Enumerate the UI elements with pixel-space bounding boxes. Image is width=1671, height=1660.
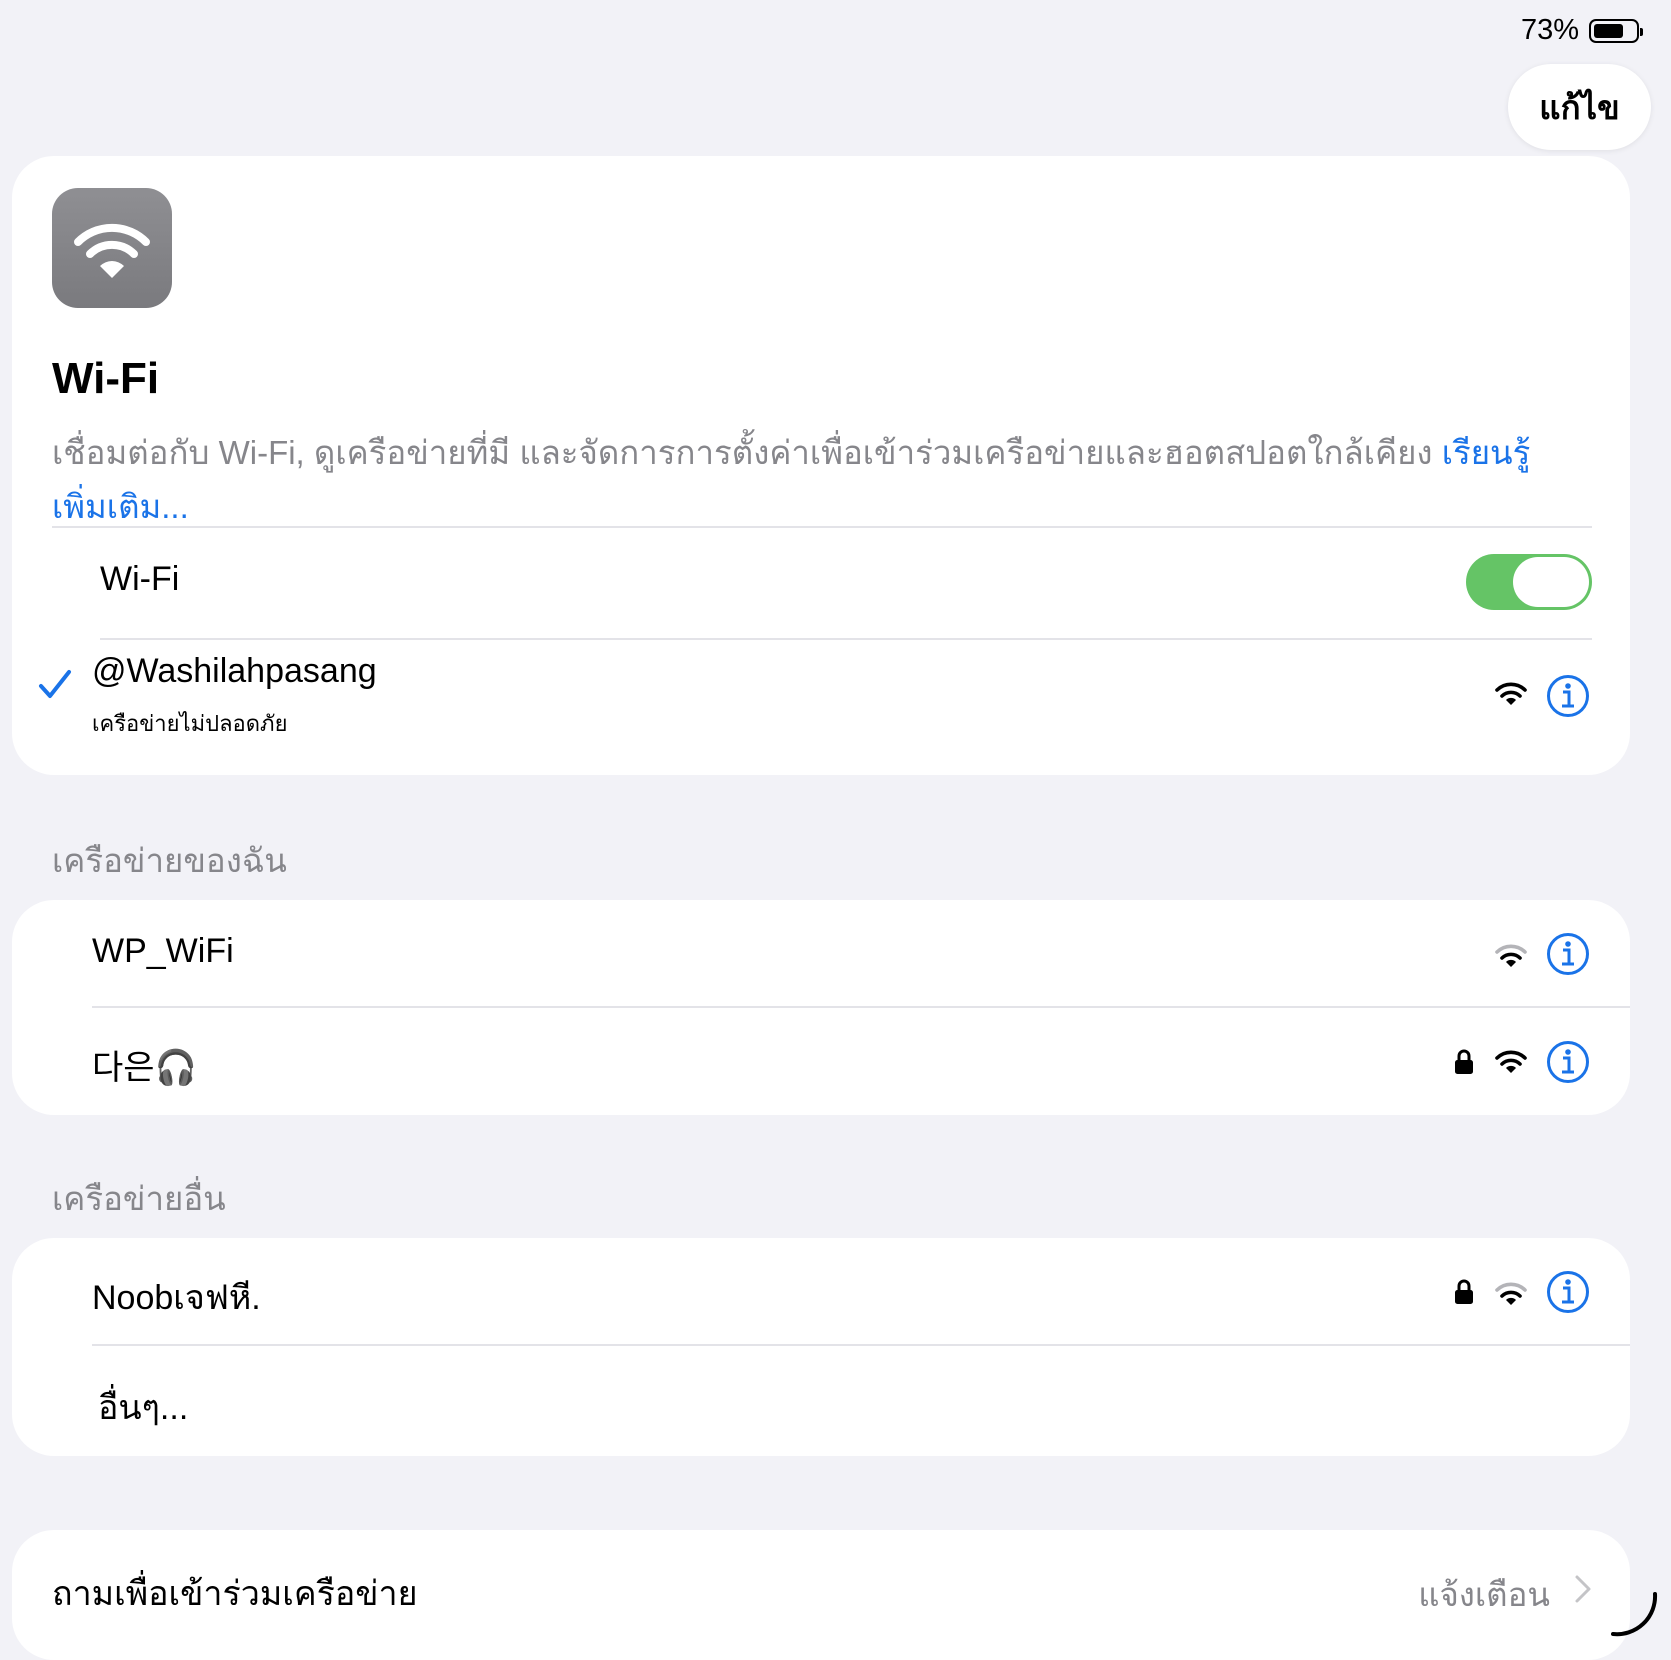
- connected-network-row[interactable]: @Washilahpasang เครือข่ายไม่ปลอดภัย: [12, 640, 1630, 775]
- status-battery: 73%: [1520, 14, 1643, 47]
- description-text: เชื่อมต่อกับ Wi-Fi, ดูเครือข่ายที่มี และ…: [52, 434, 1433, 471]
- ask-to-join-value: แจ้งเตือน: [1418, 1576, 1550, 1613]
- info-icon[interactable]: [1546, 1270, 1590, 1314]
- other-networks-card: Noobเจฟหี. อื่นๆ...: [12, 1238, 1630, 1456]
- network-name: WP_WiFi: [92, 932, 234, 970]
- network-row[interactable]: 다은🎧: [12, 1008, 1630, 1115]
- wifi-icon: [1495, 682, 1527, 705]
- battery-percent: 73%: [1520, 14, 1579, 46]
- info-icon[interactable]: [1546, 674, 1590, 718]
- my-networks-header: เครือข่ายของฉัน: [52, 842, 287, 879]
- wifi-icon: [1495, 1050, 1527, 1073]
- connected-network-name: @Washilahpasang: [92, 652, 377, 690]
- wifi-icon: [74, 223, 150, 278]
- page-title: Wi-Fi: [52, 354, 160, 403]
- wifi-toggle-switch[interactable]: [1466, 554, 1592, 610]
- info-icon[interactable]: [1546, 1040, 1590, 1084]
- network-row[interactable]: Noobเจฟหี.: [12, 1238, 1630, 1344]
- ask-to-join-label: ถามเพื่อเข้าร่วมเครือข่าย: [52, 1575, 418, 1613]
- edit-button[interactable]: แก้ไข: [1508, 64, 1651, 150]
- lock-icon: [1455, 1049, 1473, 1074]
- network-name: Noobเจฟหี.: [92, 1279, 261, 1317]
- other-network-label: อื่นๆ...: [98, 1389, 189, 1427]
- other-network-row[interactable]: อื่นๆ...: [12, 1346, 1630, 1456]
- resize-handle-icon[interactable]: [1607, 1584, 1663, 1640]
- wifi-icon: [1495, 944, 1527, 967]
- my-networks-card: WP_WiFi 다은🎧: [12, 900, 1630, 1115]
- network-row[interactable]: WP_WiFi: [12, 900, 1630, 1006]
- wifi-icon: [1495, 1282, 1527, 1305]
- wifi-main-card: Wi-Fi เชื่อมต่อกับ Wi-Fi, ดูเครือข่ายที่…: [12, 156, 1630, 775]
- info-icon[interactable]: [1546, 932, 1590, 976]
- checkmark-icon: [39, 670, 71, 698]
- battery-icon: [1589, 18, 1643, 43]
- lock-icon: [1455, 1279, 1473, 1304]
- other-networks-header: เครือข่ายอื่น: [52, 1180, 226, 1217]
- connected-network-subtitle: เครือข่ายไม่ปลอดภัย: [92, 711, 288, 736]
- wifi-toggle-label: Wi-Fi: [100, 560, 180, 598]
- wifi-app-icon: [52, 188, 172, 308]
- network-name: 다은🎧: [92, 1049, 197, 1087]
- chevron-right-icon: [1575, 1575, 1591, 1603]
- page-description: เชื่อมต่อกับ Wi-Fi, ดูเครือข่ายที่มี และ…: [52, 426, 1532, 534]
- ask-to-join-card[interactable]: ถามเพื่อเข้าร่วมเครือข่าย แจ้งเตือน: [12, 1530, 1630, 1660]
- wifi-toggle-row: Wi-Fi: [12, 528, 1630, 638]
